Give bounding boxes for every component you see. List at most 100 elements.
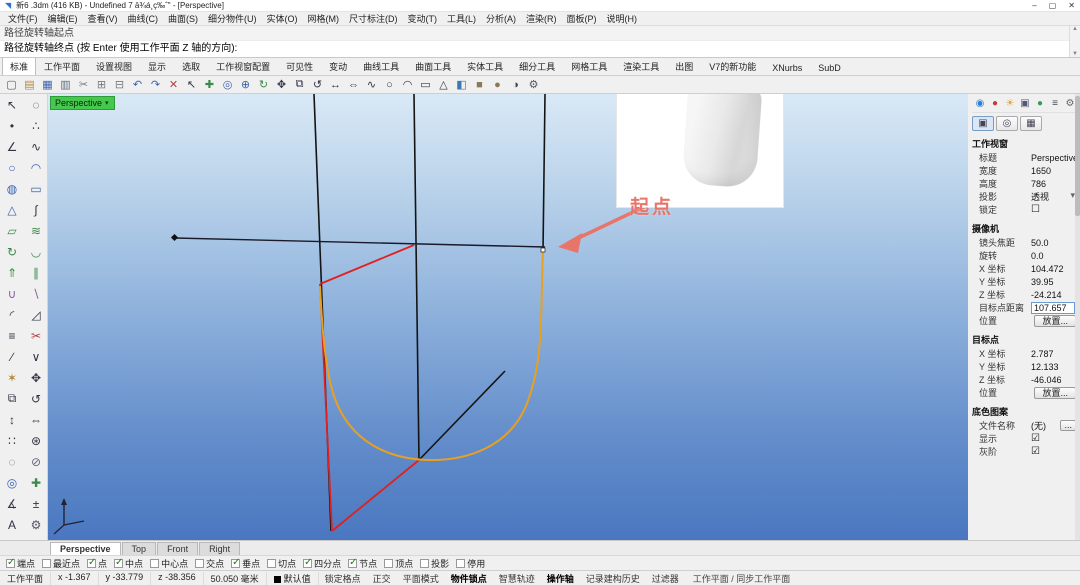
ribbon-tab[interactable]: XNurbs [764, 60, 810, 75]
mirror-icon[interactable]: ⇔ [24, 409, 48, 430]
osnap-toggle[interactable]: 中心点 [150, 557, 188, 570]
osnap-toggle[interactable]: 中点 [114, 557, 143, 570]
offset-icon[interactable]: ≡ [0, 325, 24, 346]
property-value[interactable]: 透视 [1031, 190, 1078, 203]
menu-item[interactable]: 实体(O) [262, 12, 303, 25]
wallpaper-settings-button[interactable]: ▦ [1020, 116, 1042, 131]
ellipse-icon[interactable]: ◍ [0, 178, 24, 199]
point-icon[interactable]: • [0, 115, 24, 136]
chamfer-icon[interactable]: ◿ [24, 304, 48, 325]
delete-icon[interactable]: ✕ [165, 77, 182, 93]
menu-item[interactable]: 说明(H) [602, 12, 643, 25]
helix-icon[interactable]: ∫ [24, 199, 48, 220]
status-cell[interactable]: 工作平面 [0, 572, 51, 585]
hide-icon[interactable]: ◌ [0, 451, 24, 472]
property-value[interactable]: 放置... [1034, 387, 1076, 399]
polygon-icon[interactable]: △ [435, 77, 452, 93]
ribbon-tab[interactable]: 曲面工具 [407, 57, 459, 75]
box-icon[interactable]: ■ [471, 77, 488, 93]
osnap-toggle[interactable]: 四分点 [303, 557, 341, 570]
property-value[interactable]: 786 [1031, 179, 1078, 189]
ribbon-tab[interactable]: V7的新功能 [701, 57, 764, 75]
ribbon-tab[interactable]: 细分工具 [511, 57, 563, 75]
menu-item[interactable]: 分析(A) [481, 12, 521, 25]
scrollbar-thumb[interactable] [1075, 96, 1080, 216]
property-value[interactable]: 50.0 [1031, 238, 1078, 248]
ribbon-tab[interactable]: 网格工具 [563, 57, 615, 75]
move-icon[interactable]: ✥ [273, 77, 290, 93]
property-value[interactable]: 104.472 [1031, 264, 1078, 274]
menu-item[interactable]: 曲面(S) [163, 12, 203, 25]
mirror-icon[interactable]: ⇔ [345, 77, 362, 93]
save-icon[interactable]: ▦ [39, 77, 56, 93]
text-icon[interactable]: A [0, 514, 24, 535]
status-toggle[interactable]: 正交 [367, 572, 397, 585]
dimension-icon[interactable]: ± [24, 493, 48, 514]
scale-icon[interactable]: ↔ [327, 77, 344, 93]
command-scrollbar[interactable]: ▲ ▼ [1069, 26, 1080, 57]
ribbon-tab[interactable]: 可见性 [278, 57, 321, 75]
status-cell[interactable]: y -33.779 [99, 572, 152, 585]
select-arrow-icon[interactable]: ↖ [183, 77, 200, 93]
ribbon-tab[interactable]: 变动 [321, 57, 355, 75]
lens-settings-button[interactable]: ◎ [996, 116, 1018, 131]
fillet-icon[interactable]: ◜ [0, 304, 24, 325]
status-cell[interactable]: x -1.367 [51, 572, 99, 585]
ribbon-tab[interactable]: 设置视图 [88, 57, 140, 75]
osnap-toggle[interactable]: 顶点 [384, 557, 413, 570]
status-toggle[interactable]: 平面模式 [397, 572, 445, 585]
zoom-extents-icon[interactable]: ⊕ [237, 77, 254, 93]
array-icon[interactable]: ∷ [0, 430, 24, 451]
circle-icon[interactable]: ○ [381, 77, 398, 93]
property-value[interactable]: (无) [1031, 419, 1060, 432]
ribbon-tab[interactable]: 渲染工具 [615, 57, 667, 75]
open-icon[interactable]: ▤ [21, 77, 38, 93]
property-value[interactable]: 39.95 [1031, 277, 1078, 287]
property-value[interactable]: 107.657 [1031, 302, 1075, 314]
pan-icon[interactable]: ✚ [24, 472, 48, 493]
paste-icon[interactable]: ⊟ [111, 77, 128, 93]
split-icon[interactable]: ∕ [0, 346, 24, 367]
ribbon-tab[interactable]: 显示 [140, 57, 174, 75]
status-cell[interactable]: 默认值 [267, 572, 319, 585]
polyline-icon[interactable]: ∠ [0, 136, 24, 157]
pan-view-icon[interactable]: ✚ [201, 77, 218, 93]
property-value[interactable]: Perspective [1031, 153, 1078, 163]
redo-icon[interactable]: ↷ [147, 77, 164, 93]
property-value[interactable]: 2.787 [1031, 349, 1078, 359]
point-cloud-icon[interactable]: ∴ [24, 115, 48, 136]
measure-icon[interactable]: ∡ [0, 493, 24, 514]
settings-icon[interactable]: ⚙ [24, 514, 48, 535]
ribbon-tab[interactable]: 出图 [667, 57, 701, 75]
rotate-icon[interactable]: ↺ [24, 388, 48, 409]
surface-icon[interactable]: ◧ [453, 77, 470, 93]
scroll-up-icon[interactable]: ▲ [1072, 26, 1078, 32]
command-area[interactable]: 路径旋转轴起点 路径旋转轴终点 (按 Enter 使用工作平面 Z 轴的方向):… [0, 26, 1080, 58]
extrude-icon[interactable]: ⇑ [0, 262, 24, 283]
osnap-toggle[interactable]: 停用 [456, 557, 485, 570]
menu-item[interactable]: 查看(V) [83, 12, 123, 25]
zoom-icon[interactable]: ◎ [0, 472, 24, 493]
lock-icon[interactable]: ⊘ [24, 451, 48, 472]
trim-icon[interactable]: ✂ [24, 325, 48, 346]
ribbon-tab[interactable]: 工作视窗配置 [208, 57, 278, 75]
ribbon-tab[interactable]: 标准 [2, 57, 36, 75]
minimize-button[interactable]: – [1032, 1, 1036, 10]
layers-tab-icon[interactable]: ≡ [1049, 97, 1061, 109]
arc-icon[interactable]: ◠ [24, 157, 48, 178]
environment-tab-icon[interactable]: ● [1034, 97, 1046, 109]
undo-icon[interactable]: ↶ [129, 77, 146, 93]
browse-button[interactable]: ... [1060, 420, 1076, 431]
arc-icon[interactable]: ◠ [399, 77, 416, 93]
viewport-title-menu[interactable]: Perspective ▾ [50, 96, 115, 110]
rotate-icon[interactable]: ↺ [309, 77, 326, 93]
rotate-view-icon[interactable]: ↻ [255, 77, 272, 93]
join-icon[interactable]: ∨ [24, 346, 48, 367]
scale-icon[interactable]: ↕ [0, 409, 24, 430]
pipe-icon[interactable]: ∥ [24, 262, 48, 283]
polygon-icon[interactable]: △ [0, 199, 24, 220]
property-value[interactable]: 1650 [1031, 166, 1078, 176]
ribbon-tab[interactable]: SubD [810, 60, 849, 75]
status-toggle[interactable]: 记录建构历史 [580, 572, 646, 585]
ribbon-tab[interactable]: 工作平面 [36, 57, 88, 75]
